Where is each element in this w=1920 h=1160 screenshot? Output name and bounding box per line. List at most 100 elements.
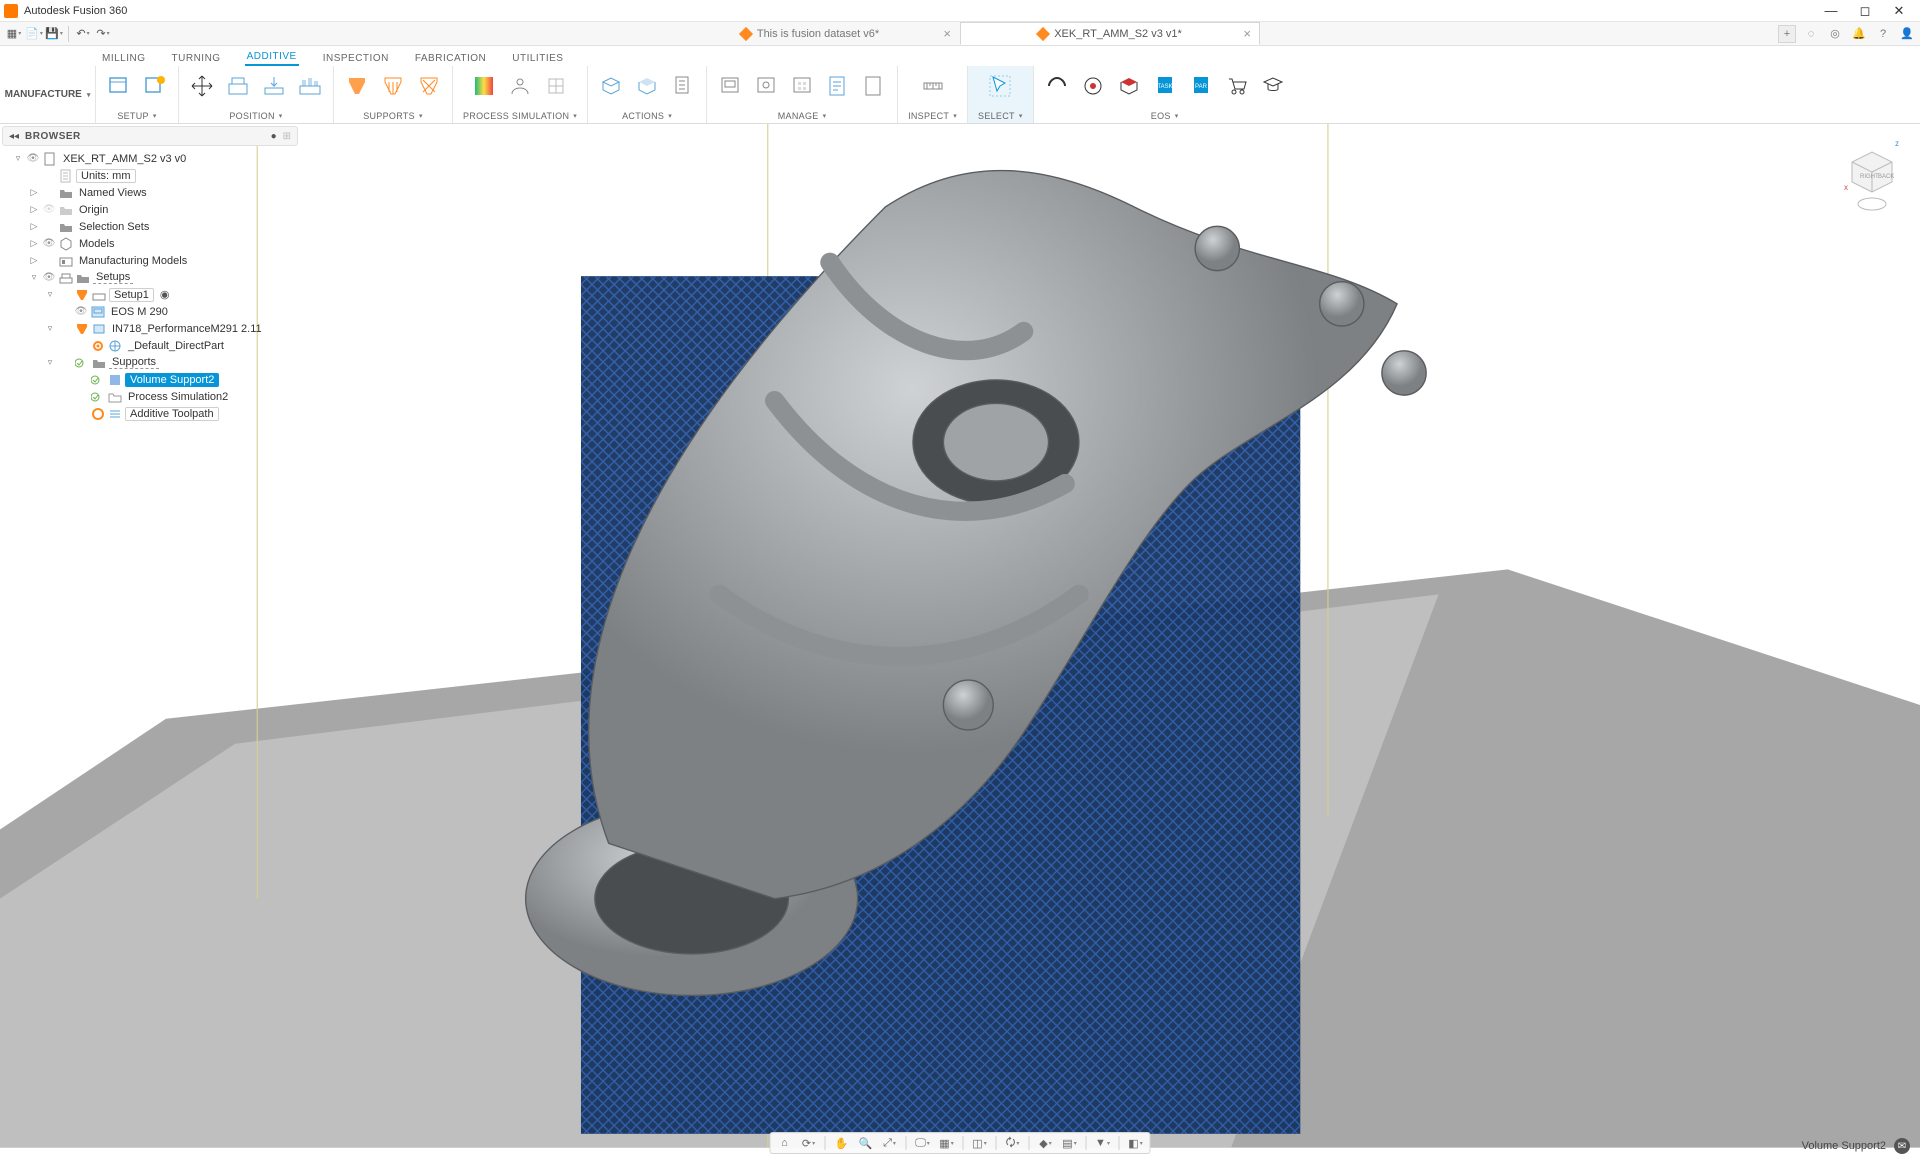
nav-grid-icon[interactable]: ▦ bbox=[939, 1135, 955, 1151]
tree-node[interactable]: ▷👁Models bbox=[2, 235, 298, 252]
move-icon[interactable] bbox=[189, 73, 215, 99]
viewcube[interactable]: z x RIGHT BACK bbox=[1840, 134, 1904, 214]
profile-avatar-icon[interactable]: 👤 bbox=[1898, 25, 1916, 43]
panel-label[interactable]: SELECT bbox=[978, 111, 1023, 121]
nav-fit-icon[interactable]: ⤢ bbox=[882, 1135, 898, 1151]
nav-filter-icon[interactable]: ▼ bbox=[1095, 1135, 1111, 1151]
nav-home-icon[interactable]: ⌂ bbox=[777, 1135, 793, 1151]
file-menu-icon[interactable]: 📄 bbox=[26, 26, 42, 42]
panel-label[interactable]: SUPPORTS bbox=[363, 111, 423, 121]
machine-library-icon[interactable] bbox=[717, 73, 743, 99]
nav-zoom-icon[interactable]: 🔍 bbox=[858, 1135, 874, 1151]
expand-icon[interactable]: ▷ bbox=[29, 187, 39, 198]
post-process-icon[interactable] bbox=[670, 73, 696, 99]
tree-node[interactable]: ▷👁Origin bbox=[2, 201, 298, 218]
active-setup-icon[interactable]: ◉ bbox=[160, 288, 170, 301]
visibility-icon[interactable]: 👁 bbox=[42, 238, 56, 249]
nav-analysis-icon[interactable]: ◧ bbox=[1128, 1135, 1144, 1151]
expand-icon[interactable]: ▷ bbox=[29, 221, 39, 232]
generate-icon[interactable] bbox=[598, 73, 624, 99]
extensions-icon[interactable]: ◌ bbox=[1802, 25, 1820, 43]
nav-pan-icon[interactable]: ✋ bbox=[834, 1135, 850, 1151]
browser-settings-icon[interactable]: ⊞ bbox=[283, 131, 291, 142]
tree-node[interactable]: ▿Supports bbox=[2, 354, 298, 371]
panel-label[interactable]: MANAGE bbox=[778, 111, 827, 121]
tree-node[interactable]: ▷Manufacturing Models bbox=[2, 252, 298, 269]
expand-icon[interactable]: ▷ bbox=[29, 255, 39, 266]
nav-viewports-icon[interactable]: ◫ bbox=[972, 1135, 988, 1151]
job-status-icon[interactable]: ◎ bbox=[1826, 25, 1844, 43]
results-icon[interactable] bbox=[543, 73, 569, 99]
compensate-icon[interactable] bbox=[507, 73, 533, 99]
simulate-icon[interactable] bbox=[471, 73, 497, 99]
auto-orient-icon[interactable] bbox=[225, 73, 251, 99]
close-icon[interactable]: × bbox=[1243, 26, 1251, 41]
redo-icon[interactable]: ↷ bbox=[95, 26, 111, 42]
expand-icon[interactable]: ▿ bbox=[45, 323, 55, 334]
undo-icon[interactable]: ↶ bbox=[75, 26, 91, 42]
ribbon-tab-milling[interactable]: MILLING bbox=[100, 53, 148, 66]
expand-icon[interactable]: ▿ bbox=[29, 272, 39, 283]
tree-node[interactable]: 👁EOS M 290 bbox=[2, 303, 298, 320]
ribbon-tab-turning[interactable]: TURNING bbox=[170, 53, 223, 66]
setup-icon[interactable] bbox=[106, 73, 132, 99]
tree-node[interactable]: Process Simulation2 bbox=[2, 388, 298, 405]
panel-label[interactable]: PROCESS SIMULATION bbox=[463, 111, 577, 121]
tree-node[interactable]: _Default_DirectPart bbox=[2, 337, 298, 354]
measure-icon[interactable] bbox=[920, 73, 946, 99]
browser-options-icon[interactable]: ● bbox=[271, 131, 277, 142]
ribbon-tab-inspection[interactable]: INSPECTION bbox=[321, 53, 391, 66]
panel-label[interactable]: SETUP bbox=[117, 111, 156, 121]
tree-node[interactable]: ▿IN718_PerformanceM291 2.11 bbox=[2, 320, 298, 337]
panel-label[interactable]: POSITION bbox=[229, 111, 282, 121]
eos-logo-icon[interactable] bbox=[1044, 73, 1070, 99]
visibility-icon[interactable]: 👁 bbox=[42, 272, 56, 283]
workspace-selector[interactable]: MANUFACTURE bbox=[0, 66, 96, 123]
lattice-support-icon[interactable] bbox=[416, 73, 442, 99]
save-icon[interactable]: 💾 bbox=[46, 26, 62, 42]
tree-node[interactable]: ▿Setup1◉ bbox=[2, 286, 298, 303]
select-icon[interactable] bbox=[987, 73, 1013, 99]
panel-label[interactable]: INSPECT bbox=[908, 111, 957, 121]
data-panel-icon[interactable]: ▦ bbox=[6, 26, 22, 42]
expand-icon[interactable]: ▿ bbox=[45, 289, 55, 300]
notifications-icon[interactable]: 🔔 bbox=[1850, 25, 1868, 43]
help-icon[interactable]: ? bbox=[1874, 25, 1892, 43]
eos-store-icon[interactable] bbox=[1224, 73, 1250, 99]
panel-label[interactable]: ACTIONS bbox=[622, 111, 672, 121]
ribbon-tab-additive[interactable]: ADDITIVE bbox=[245, 51, 299, 66]
visibility-icon[interactable]: 👁 bbox=[26, 153, 40, 164]
document-tab-inactive[interactable]: This is fusion dataset v6* × bbox=[660, 22, 960, 45]
eos-task-icon[interactable]: TASK bbox=[1152, 73, 1178, 99]
eos-build-icon[interactable] bbox=[1080, 73, 1106, 99]
arrange-icon[interactable] bbox=[297, 73, 323, 99]
visibility-icon[interactable]: 👁 bbox=[42, 204, 56, 215]
browser-collapse-icon[interactable]: ◂◂ bbox=[9, 131, 19, 142]
ribbon-tab-utilities[interactable]: UTILITIES bbox=[510, 53, 565, 66]
tree-node[interactable]: ▷Named Views bbox=[2, 184, 298, 201]
expand-icon[interactable]: ▿ bbox=[45, 357, 55, 368]
tree-node[interactable]: Additive Toolpath bbox=[2, 405, 298, 422]
nav-sync-icon[interactable]: 🗘 bbox=[1005, 1135, 1021, 1151]
eos-exposure-icon[interactable] bbox=[1116, 73, 1142, 99]
simulate-toolpath-icon[interactable] bbox=[634, 73, 660, 99]
eos-learn-icon[interactable] bbox=[1260, 73, 1286, 99]
tree-node[interactable]: ▿👁XEK_RT_AMM_S2 v3 v0 bbox=[2, 150, 298, 167]
nav-display-icon[interactable]: 🖵 bbox=[915, 1135, 931, 1151]
tree-node[interactable]: ▿👁Setups bbox=[2, 269, 298, 286]
expand-icon[interactable]: ▿ bbox=[13, 153, 23, 164]
window-close-button[interactable]: ✕ bbox=[1882, 0, 1916, 22]
tree-node[interactable]: ▷Selection Sets bbox=[2, 218, 298, 235]
task-manager-icon[interactable] bbox=[825, 73, 851, 99]
volume-support-icon[interactable] bbox=[344, 73, 370, 99]
browser-header[interactable]: ◂◂ BROWSER ● ⊞ bbox=[2, 126, 298, 146]
expand-icon[interactable]: ▷ bbox=[29, 238, 39, 249]
material-library-icon[interactable] bbox=[789, 73, 815, 99]
nav-layers-icon[interactable]: ▤ bbox=[1062, 1135, 1078, 1151]
bar-support-icon[interactable] bbox=[380, 73, 406, 99]
nav-orbit-icon[interactable]: ⟳ bbox=[801, 1135, 817, 1151]
close-icon[interactable]: × bbox=[943, 26, 951, 41]
panel-label[interactable]: EOS bbox=[1151, 111, 1179, 121]
ribbon-tab-fabrication[interactable]: FABRICATION bbox=[413, 53, 488, 66]
document-tab-active[interactable]: XEK_RT_AMM_S2 v3 v1* × bbox=[960, 22, 1260, 45]
